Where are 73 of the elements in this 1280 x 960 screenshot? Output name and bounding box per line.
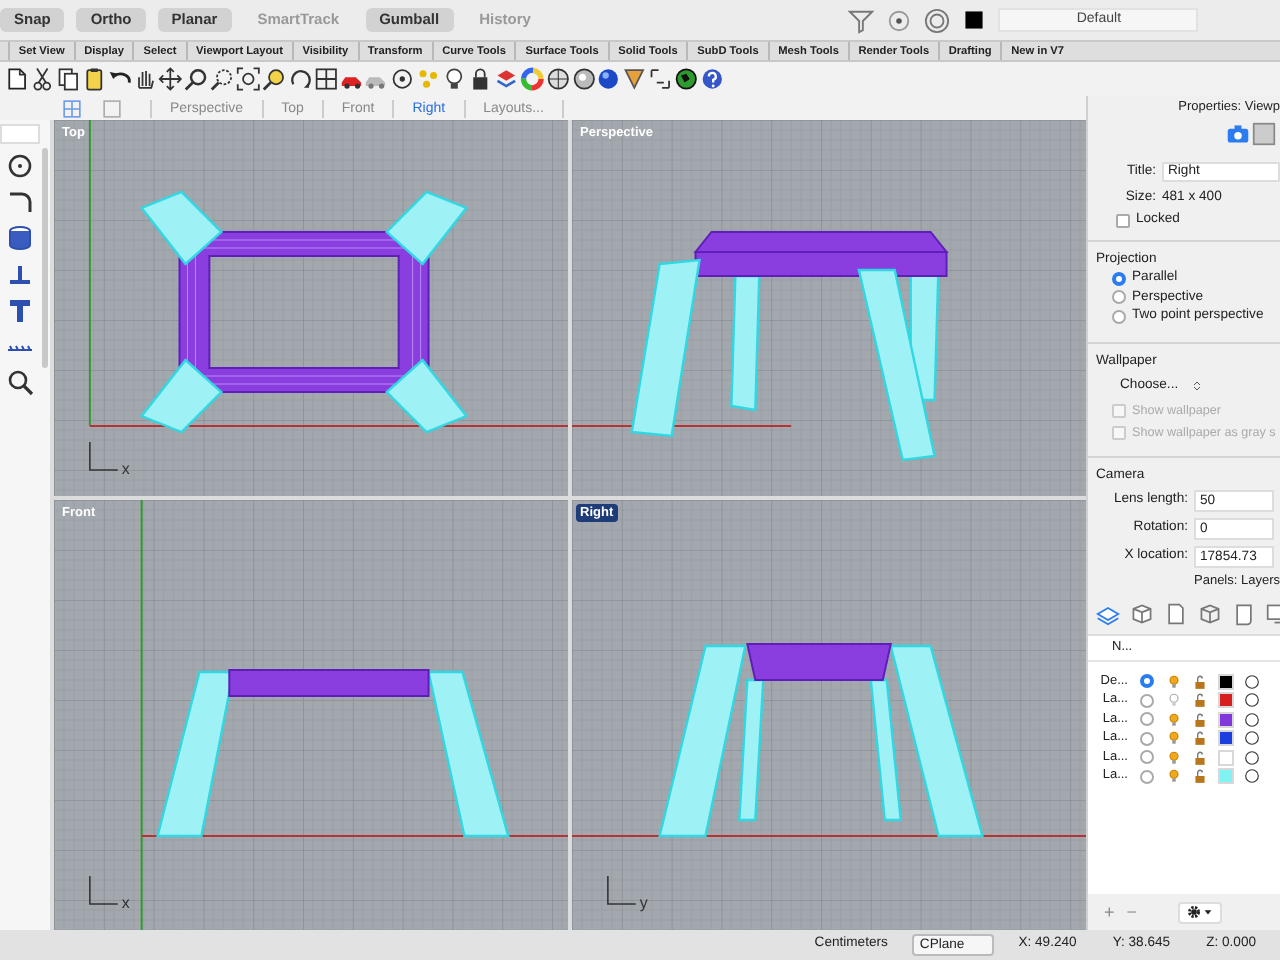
axis-icon xyxy=(607,875,637,905)
move-arrows-icon[interactable] xyxy=(158,66,184,92)
material-circle-icon[interactable] xyxy=(1243,692,1259,709)
color-swatch[interactable] xyxy=(1217,692,1233,709)
radio-button[interactable] xyxy=(1112,309,1126,324)
new-file-icon[interactable] xyxy=(4,66,29,92)
help-icon[interactable] xyxy=(700,66,725,92)
current-layer-radio[interactable] xyxy=(1140,712,1154,727)
axis-label: y xyxy=(639,893,648,912)
radio-button[interactable] xyxy=(1112,271,1126,286)
lightbulb-icon[interactable] xyxy=(442,66,467,92)
page-icon[interactable] xyxy=(1164,602,1188,626)
zoom-extents-icon[interactable] xyxy=(236,66,261,92)
current-layer-radio[interactable] xyxy=(1140,693,1154,708)
caret-icon xyxy=(1201,906,1214,918)
color-square-icon[interactable] xyxy=(962,8,987,32)
axis-label: x xyxy=(121,459,130,478)
text-tool-icon[interactable] xyxy=(6,296,34,324)
axis-icon xyxy=(89,441,119,471)
current-layer-radio[interactable] xyxy=(1140,674,1154,689)
cylinder-icon[interactable] xyxy=(6,224,34,252)
camera-icon[interactable] xyxy=(1225,121,1249,146)
color-wheel-icon[interactable] xyxy=(519,66,545,92)
viewport-icon[interactable] xyxy=(1252,121,1277,146)
circle-icon[interactable] xyxy=(6,152,34,180)
checkbox[interactable] xyxy=(1116,213,1130,227)
pennant-icon[interactable] xyxy=(622,66,648,92)
circle-dot-icon[interactable] xyxy=(390,66,416,92)
axis-label: x xyxy=(121,893,130,912)
target-icon[interactable] xyxy=(924,7,951,33)
radio-button[interactable] xyxy=(1112,290,1126,305)
color-swatch[interactable] xyxy=(1217,711,1233,728)
gear-icon xyxy=(1185,904,1202,920)
copy-icon[interactable] xyxy=(55,66,81,92)
material-circle-icon[interactable] xyxy=(1243,711,1259,728)
sphere-icon[interactable] xyxy=(545,66,570,92)
rotate-view-icon[interactable] xyxy=(287,66,313,92)
material-circle-icon[interactable] xyxy=(1243,749,1259,766)
axis-icon xyxy=(89,875,119,905)
zoom-icon[interactable] xyxy=(261,66,287,92)
layers-icon[interactable] xyxy=(1096,602,1120,626)
material-circle-icon[interactable] xyxy=(1243,730,1259,747)
current-layer-radio[interactable] xyxy=(1140,750,1154,765)
gear-menu-button[interactable] xyxy=(1177,901,1222,923)
cube-icon[interactable] xyxy=(1130,602,1154,626)
lock-icon[interactable] xyxy=(468,66,493,92)
dimension-icon[interactable] xyxy=(6,260,34,288)
curve-icon[interactable] xyxy=(6,188,34,216)
globe-icon[interactable] xyxy=(674,66,699,92)
command-field[interactable] xyxy=(0,124,40,144)
record-icon[interactable] xyxy=(886,7,913,33)
zoom-window-icon[interactable] xyxy=(210,66,235,92)
clipboard-icon[interactable] xyxy=(81,66,106,92)
color-swatch[interactable] xyxy=(1217,730,1233,747)
sphere-icon[interactable] xyxy=(571,66,596,92)
box-icon[interactable] xyxy=(1198,602,1222,626)
sphere-icon[interactable] xyxy=(596,66,622,92)
scroll-icon[interactable] xyxy=(1232,602,1256,626)
material-circle-icon[interactable] xyxy=(1243,768,1259,785)
four-viewports-icon[interactable] xyxy=(313,66,338,92)
zoom-icon[interactable] xyxy=(6,368,34,396)
color-swatch[interactable] xyxy=(1217,768,1233,785)
color-swatch[interactable] xyxy=(1217,673,1233,690)
stacked-layers-icon[interactable] xyxy=(493,66,519,92)
scissors-icon[interactable] xyxy=(29,66,55,92)
material-circle-icon[interactable] xyxy=(1243,673,1259,690)
current-layer-radio[interactable] xyxy=(1140,769,1154,784)
color-swatch[interactable] xyxy=(1217,749,1233,766)
zoom-icon[interactable] xyxy=(184,66,210,92)
hand-icon[interactable] xyxy=(132,66,158,92)
funnel-icon[interactable] xyxy=(848,7,875,33)
current-layer-radio[interactable] xyxy=(1140,731,1154,746)
stepper-icon[interactable] xyxy=(1190,378,1205,394)
